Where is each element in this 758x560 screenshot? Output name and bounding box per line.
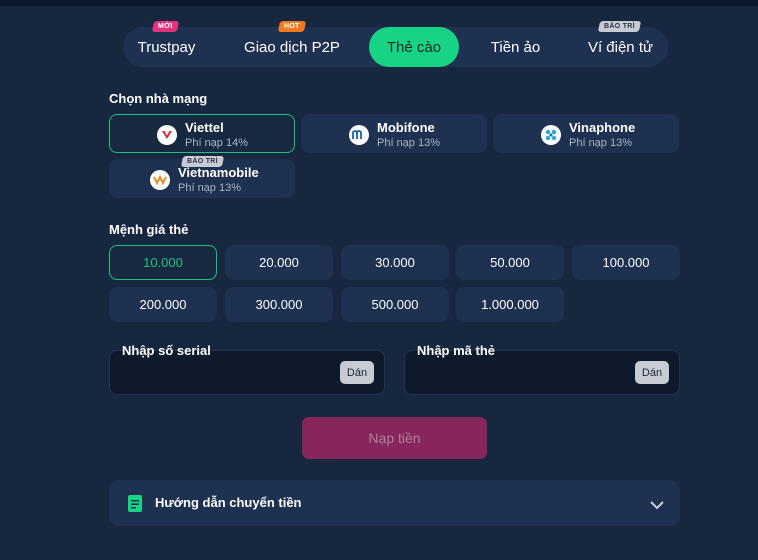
tab-tien-ao[interactable]: Tiền ảo bbox=[478, 27, 553, 67]
denomination-option[interactable]: 50.000 bbox=[456, 245, 564, 280]
tab-label: Tiền ảo bbox=[490, 38, 541, 56]
tab-label: Thẻ cào bbox=[386, 38, 442, 56]
carrier-fee: Phí nạp 13% bbox=[569, 137, 632, 149]
tab-trustpay[interactable]: Trustpay bbox=[123, 27, 210, 67]
carrier-name: Viettel bbox=[185, 120, 224, 135]
paste-code-button[interactable]: Dán bbox=[635, 361, 669, 384]
viettel-logo-icon bbox=[157, 125, 177, 145]
serial-input[interactable] bbox=[120, 363, 330, 383]
carrier-fee: Phí nạp 13% bbox=[178, 182, 241, 194]
carrier-card-vinaphone[interactable]: Vinaphone Phí nạp 13% bbox=[493, 114, 679, 153]
paste-serial-button[interactable]: Dán bbox=[340, 361, 374, 384]
denomination-option[interactable]: 100.000 bbox=[572, 245, 680, 280]
payment-method-tabs: Trustpay Giao dịch P2P Thẻ cào Tiền ảo V… bbox=[123, 27, 668, 67]
top-bar bbox=[0, 0, 758, 6]
denomination-option[interactable]: 10.000 bbox=[109, 245, 217, 280]
card-code-input[interactable] bbox=[415, 363, 625, 383]
tab-the-cao[interactable]: Thẻ cào bbox=[369, 27, 459, 67]
chevron-down-icon bbox=[650, 497, 664, 515]
denomination-option[interactable]: 30.000 bbox=[341, 245, 449, 280]
carrier-fee: Phí nạp 14% bbox=[185, 137, 248, 149]
document-icon bbox=[128, 495, 142, 517]
denomination-option[interactable]: 20.000 bbox=[225, 245, 333, 280]
tab-vi-dien-tu[interactable]: Ví điện tử bbox=[578, 27, 663, 67]
carrier-name: Mobifone bbox=[377, 120, 435, 135]
vinaphone-logo-icon bbox=[541, 125, 561, 145]
submit-topup-button[interactable]: Nạp tiền bbox=[302, 417, 487, 459]
tab-label: Ví điện tử bbox=[587, 38, 654, 56]
tab-label: Trustpay bbox=[137, 38, 196, 56]
maintenance-badge: BẢO TRÌ bbox=[597, 21, 642, 32]
transfer-guide-accordion[interactable]: Hướng dẫn chuyển tiền bbox=[109, 480, 680, 526]
serial-label: Nhập số serial bbox=[122, 343, 211, 358]
denomination-section-label: Mệnh giá thẻ bbox=[109, 222, 189, 237]
new-badge: MỚI bbox=[151, 21, 179, 32]
carrier-card-mobifone[interactable]: Mobifone Phí nạp 13% bbox=[301, 114, 487, 153]
guide-label: Hướng dẫn chuyển tiền bbox=[155, 495, 302, 510]
denomination-option[interactable]: 300.000 bbox=[225, 287, 333, 322]
carrier-name: Vietnamobile bbox=[178, 165, 259, 180]
hot-badge: HOT bbox=[277, 21, 306, 32]
denomination-option[interactable]: 1.000.000 bbox=[456, 287, 564, 322]
carrier-name: Vinaphone bbox=[569, 120, 636, 135]
carrier-fee: Phí nạp 13% bbox=[377, 137, 440, 149]
carrier-section-label: Chọn nhà mạng bbox=[109, 91, 208, 106]
mobifone-logo-icon bbox=[349, 125, 369, 145]
tab-label: Giao dịch P2P bbox=[244, 38, 340, 56]
tab-p2p[interactable]: Giao dịch P2P bbox=[233, 27, 351, 67]
maintenance-badge: BẢO TRÌ bbox=[180, 156, 225, 167]
carrier-card-viettel[interactable]: Viettel Phí nạp 14% bbox=[109, 114, 295, 153]
card-code-label: Nhập mã thẻ bbox=[417, 343, 496, 358]
denomination-option[interactable]: 500.000 bbox=[341, 287, 449, 322]
denomination-option[interactable]: 200.000 bbox=[109, 287, 217, 322]
vietnamobile-logo-icon bbox=[150, 170, 170, 190]
